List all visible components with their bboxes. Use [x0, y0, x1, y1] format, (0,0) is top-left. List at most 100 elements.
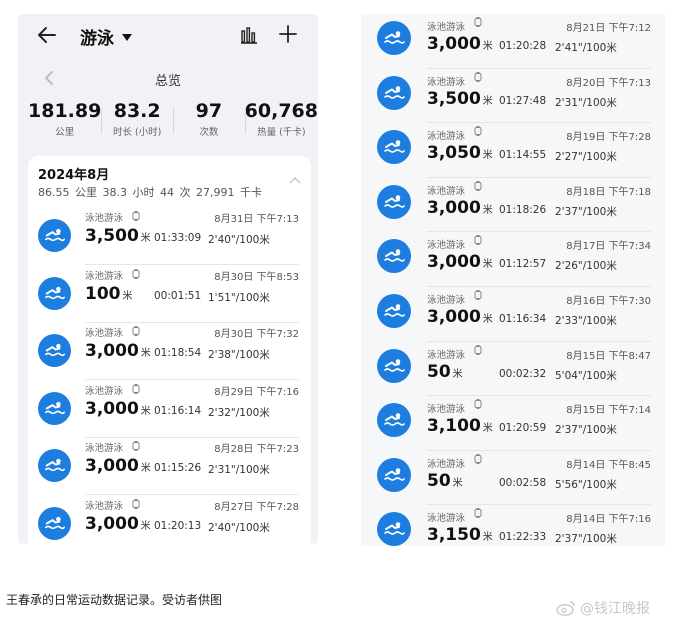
- stat-calories: 60,768 热量 (千卡): [244, 100, 318, 146]
- stat-value: 83.2: [113, 100, 161, 122]
- distance-unit: 米: [140, 463, 151, 474]
- list-item[interactable]: 泳池游泳 8月14日 下午8:45 50 米 00:02:58 5'56"/100…: [361, 451, 665, 506]
- list-item[interactable]: 泳池游泳 8月16日 下午7:30 3,000 米 01:16:34 2'33"/…: [361, 287, 665, 342]
- record-distance: 3,000 米: [427, 34, 493, 54]
- record-date: 8月21日 下午7:12: [566, 23, 651, 34]
- stat-label: 热量 (千卡): [257, 127, 306, 138]
- record-date: 8月30日 下午7:32: [214, 329, 299, 340]
- distance-unit: 米: [482, 314, 493, 325]
- stat-value: 181.89: [28, 100, 102, 122]
- watch-icon: [474, 344, 482, 355]
- summary-stats: 181.89 公里 83.2 时长 (小时) 97 次数 60,768 热量 (…: [28, 100, 318, 146]
- record-duration: 00:02:32: [499, 367, 547, 380]
- swimmer-icon: [377, 348, 411, 383]
- list-item[interactable]: 泳池游泳 8月14日 下午7:16 3,150 米 01:22:33 2'37"/…: [361, 505, 665, 546]
- list-item[interactable]: 泳池游泳 8月19日 下午7:28 3,050 米 01:14:55 2'27"/…: [361, 123, 665, 178]
- stat-count: 97 次数: [173, 100, 245, 146]
- record-pace: 5'56"/100米: [555, 478, 617, 491]
- record-date: 8月14日 下午7:16: [566, 514, 651, 526]
- overview-header: 总览: [18, 68, 318, 96]
- record-distance: 50 米: [427, 361, 463, 382]
- record-pace: 2'40"/100米: [208, 521, 270, 534]
- record-date: 8月20日 下午7:13: [566, 77, 651, 89]
- watch-icon: [132, 211, 140, 221]
- bar-chart-icon[interactable]: [240, 26, 258, 44]
- distance-unit: 米: [482, 150, 493, 162]
- record-date: 8月31日 下午7:13: [214, 214, 299, 225]
- record-pace: 2'37"/100米: [555, 533, 617, 546]
- month-title: 2024年8月: [38, 168, 110, 183]
- record-date: 8月17日 下午7:34: [566, 241, 651, 253]
- record-duration: 01:20:59: [499, 422, 547, 435]
- list-item[interactable]: 泳池游泳 8月15日 下午7:14 3,100 米 01:20:59 2'37"/…: [361, 396, 665, 451]
- record-pace: 2'31"/100米: [555, 96, 617, 109]
- list-item[interactable]: 泳池游泳 8月20日 下午7:13 3,500 米 01:27:48 2'31"/…: [361, 69, 665, 124]
- record-duration: 01:16:34: [499, 313, 547, 325]
- stat-duration: 83.2 时长 (小时): [101, 100, 173, 146]
- month-card: 2024年8月 86.55 公里 38.3 小时 44 次 27,991 千卡 …: [28, 156, 311, 544]
- right-screen: 泳池游泳 8月21日 下午7:12 3,000 米 01:20:28 2'41"/…: [361, 14, 665, 546]
- record-pace: 2'31"/100米: [208, 464, 270, 476]
- record-duration: 01:18:54: [154, 347, 202, 359]
- record-distance: 3,100 米: [427, 416, 493, 437]
- month-summary: 86.55 公里 38.3 小时 44 次 27,991 千卡: [38, 186, 262, 199]
- distance-unit: 米: [482, 41, 493, 52]
- list-item[interactable]: 泳池游泳 8月31日 下午7:13 3,500 米 01:33:09 2'40"/…: [28, 208, 311, 265]
- record-pace: 2'37"/100米: [555, 424, 617, 437]
- record-pace: 2'33"/100米: [555, 315, 617, 327]
- record-date: 8月29日 下午7:16: [214, 386, 299, 398]
- record-kind: 泳池游泳: [85, 443, 124, 454]
- watch-icon: [474, 508, 482, 519]
- list-item[interactable]: 泳池游泳 8月28日 下午7:23 3,000 米 01:15:26 2'31"/…: [28, 438, 311, 495]
- list-item[interactable]: 泳池游泳 8月27日 下午7:28 3,000 米 01:20:13 2'40"/…: [28, 496, 311, 545]
- record-date: 8月30日 下午8:53: [214, 271, 299, 283]
- record-kind: 泳池游泳: [427, 295, 466, 306]
- stat-label: 时长 (小时): [112, 127, 162, 138]
- page-title: 游泳: [80, 29, 114, 49]
- record-date: 8月15日 下午7:14: [566, 405, 651, 417]
- swimmer-icon: [377, 457, 411, 492]
- record-pace: 2'38"/100米: [208, 349, 270, 361]
- watch-icon: [474, 71, 482, 82]
- record-kind: 泳池游泳: [85, 270, 124, 282]
- list-item[interactable]: 泳池游泳 8月29日 下午7:16 3,000 米 01:16:14 2'32"/…: [28, 381, 311, 438]
- list-item[interactable]: 泳池游泳 8月30日 下午7:32 3,000 米 01:18:54 2'38"/…: [28, 323, 311, 380]
- watch-icon: [474, 180, 482, 191]
- distance-unit: 米: [482, 95, 493, 107]
- swimmer-icon: [377, 21, 411, 55]
- chevron-up-icon[interactable]: [289, 176, 301, 184]
- stat-distance: 181.89 公里: [28, 100, 101, 146]
- distance-unit: 米: [140, 233, 151, 244]
- list-item[interactable]: 泳池游泳 8月15日 下午8:47 50 米 00:02:32 5'04"/100…: [361, 342, 665, 397]
- record-distance: 3,500 米: [85, 226, 151, 246]
- list-item[interactable]: 泳池游泳 8月18日 下午7:18 3,000 米 01:18:26 2'37"/…: [361, 178, 665, 233]
- distance-unit: 米: [122, 290, 133, 302]
- watermark-text: @钱江晚报: [580, 601, 650, 617]
- record-distance: 3,150 米: [427, 525, 493, 546]
- watch-icon: [132, 441, 140, 451]
- record-date: 8月27日 下午7:28: [214, 501, 299, 513]
- sport-type-selector[interactable]: 游泳: [80, 24, 132, 49]
- record-pace: 2'37"/100米: [555, 205, 617, 218]
- distance-unit: 米: [140, 348, 151, 359]
- list-item[interactable]: 泳池游泳 8月30日 下午8:53 100 米 00:01:51 1'51"/10…: [28, 266, 311, 323]
- record-kind: 泳池游泳: [427, 131, 466, 143]
- swimmer-icon: [377, 130, 411, 165]
- record-pace: 2'26"/100米: [555, 260, 617, 273]
- list-item[interactable]: 泳池游泳 8月17日 下午7:34 3,000 米 01:12:57 2'26"/…: [361, 232, 665, 287]
- swimmer-icon: [377, 512, 411, 546]
- record-kind: 泳池游泳: [427, 458, 466, 470]
- plus-icon[interactable]: [278, 24, 298, 44]
- back-arrow-icon[interactable]: [36, 24, 58, 46]
- record-distance: 3,000 米: [85, 341, 151, 361]
- record-date: 8月16日 下午7:30: [566, 296, 651, 307]
- record-duration: 01:12:57: [499, 258, 547, 271]
- stat-value: 60,768: [244, 100, 318, 122]
- distance-unit: 米: [482, 204, 493, 216]
- record-pace: 2'27"/100米: [555, 151, 617, 164]
- watch-icon: [474, 235, 482, 246]
- record-date: 8月18日 下午7:18: [566, 186, 651, 198]
- record-kind: 泳池游泳: [427, 76, 466, 88]
- list-item[interactable]: 泳池游泳 8月21日 下午7:12 3,000 米 01:20:28 2'41"/…: [361, 14, 665, 69]
- watch-icon: [474, 453, 482, 464]
